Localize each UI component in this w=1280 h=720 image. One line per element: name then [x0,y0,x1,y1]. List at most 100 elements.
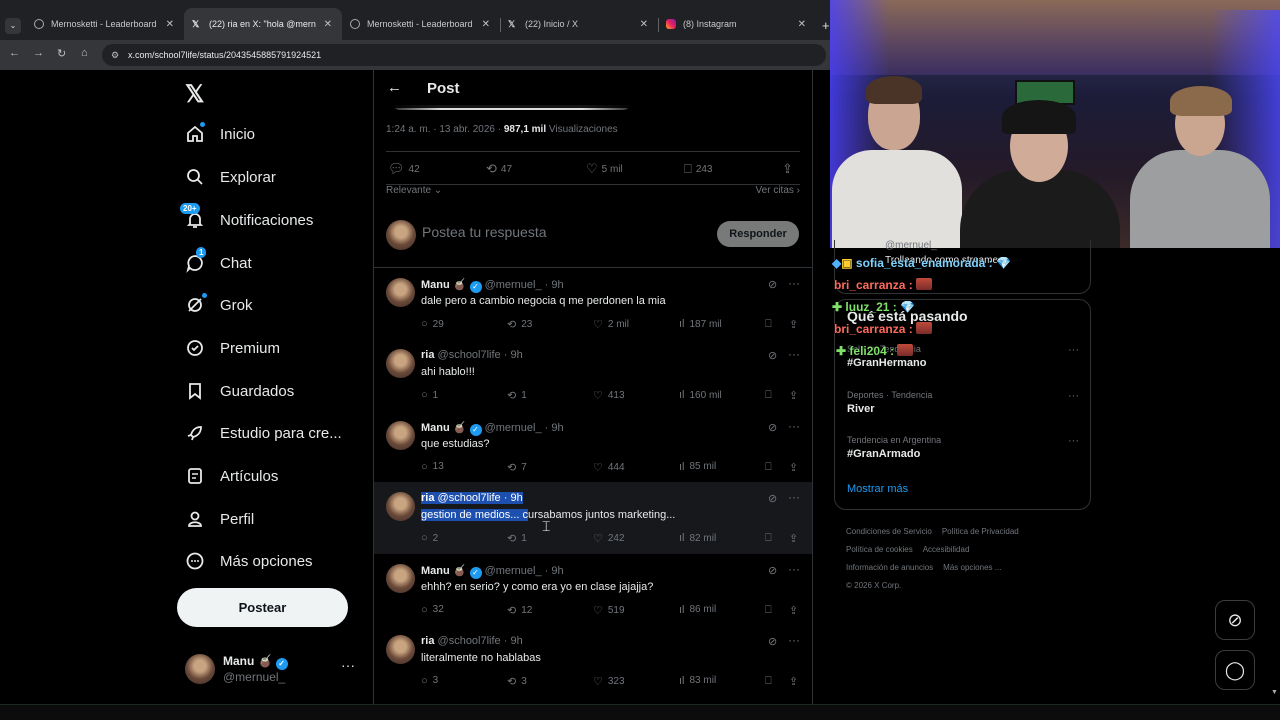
sidebar-item-estudio[interactable]: Estudio para cre... [184,414,342,452]
bookmark-action[interactable]: ⎕ [765,604,777,617]
account-switcher[interactable]: Manu 🧉 ✓ @mernuel_ ··· [185,650,365,690]
browser-tab[interactable]: (8) Instagram ✕ [658,8,816,40]
author-name[interactable]: ria [421,492,434,504]
tab-search-button[interactable]: ⌄ [5,18,21,34]
footer-link[interactable]: Política de Privacidad [942,527,1019,536]
like-action[interactable]: ♡ 242 [593,532,625,545]
footer-link[interactable]: Política de cookies [846,545,913,554]
reply-button[interactable]: Responder [717,221,799,247]
reply-input[interactable] [422,224,702,240]
avatar[interactable] [386,349,415,379]
list-item[interactable]: Manu 🧉 ✓ @mernuel_ · 9h dale pero a cambi… [374,268,812,339]
repost-action[interactable]: ⟲ 7 [507,461,527,474]
back-arrow-icon[interactable]: ← [387,79,402,96]
back-icon[interactable]: ← [9,47,20,59]
like-action[interactable]: ♡ 323 [593,675,625,688]
close-tab-icon[interactable]: ✕ [166,19,174,30]
list-item[interactable]: Manu 🧉 ✓ @mernuel_ · 9h ehhh? en serio? y… [374,554,812,625]
views-action[interactable]: ıl 82 mil [679,532,716,544]
more-icon[interactable]: ··· [1068,390,1079,402]
sidebar-item-mas-opciones[interactable]: Más opciones [184,542,313,580]
site-info-icon[interactable]: ⚙ [111,50,119,61]
grok-floating-button[interactable]: ⊘ [1215,600,1255,640]
new-tab-icon[interactable]: + [822,18,830,33]
share-action[interactable]: ⇪ [789,604,803,617]
avatar[interactable] [386,492,415,522]
more-icon[interactable]: ··· [788,633,800,647]
browser-tab[interactable]: Mernosketti - Leaderboard ✕ [26,8,184,40]
trend-item[interactable]: Deportes · Tendencia River ··· [847,390,1079,415]
bookmark-action[interactable]: ⎕ [765,389,777,402]
messages-floating-button[interactable]: ◯ [1215,650,1255,690]
views-action[interactable]: ıl 83 mil [679,675,716,687]
home-browser-icon[interactable]: ⌂ [81,47,88,59]
reply-action[interactable]: ○ 2 [421,532,438,544]
close-tab-icon[interactable]: ✕ [798,19,806,30]
grok-icon[interactable]: ⊘ [768,635,777,648]
x-logo-icon[interactable]: 𝕏 [185,80,204,109]
share-stat[interactable]: ⇪ [782,161,797,177]
more-icon[interactable]: ··· [788,490,800,504]
repost-action[interactable]: ⟲ 1 [507,389,527,402]
share-action[interactable]: ⇪ [789,318,803,331]
sidebar-item-guardados[interactable]: Guardados [184,372,294,410]
views-action[interactable]: ıl 187 mil [679,318,722,330]
close-tab-icon[interactable]: ✕ [640,19,648,30]
repost-action[interactable]: ⟲ 12 [507,604,532,617]
like-action[interactable]: ♡ 2 mil [593,318,629,331]
sidebar-item-chat[interactable]: 1 Chat [184,244,252,282]
list-item[interactable]: ria @school7life · 9h literalmente no ha… [374,625,812,696]
like-stat[interactable]: ♡ 5 mil [586,161,623,177]
repost-action[interactable]: ⟲ 1 [507,532,527,545]
bookmark-stat[interactable]: ⎕ 243 [684,161,713,177]
share-action[interactable]: ⇪ [789,461,803,474]
share-action[interactable]: ⇪ [789,675,803,688]
reply-action[interactable]: ○ 32 [421,604,444,616]
sidebar-item-premium[interactable]: Premium [184,329,280,367]
reply-action[interactable]: ○ 13 [421,461,444,473]
quotes-link[interactable]: Ver citas › [756,185,800,196]
browser-tab-active[interactable]: 𝕏 (22) ria en X: "hola @mernuel_ ✕ [184,8,342,40]
bookmark-action[interactable]: ⎕ [765,461,777,474]
repost-action[interactable]: ⟲ 23 [507,318,532,331]
list-item[interactable]: ria @school7life · 9h gestion de medios.… [374,482,812,554]
footer-link[interactable]: Más opciones ... [943,563,1001,572]
author-name[interactable]: ria [421,349,434,361]
grok-icon[interactable]: ⊘ [768,421,777,434]
views-action[interactable]: ıl 160 mil [679,389,722,401]
browser-tab[interactable]: 𝕏 (22) Inicio / X ✕ [500,8,658,40]
sidebar-item-inicio[interactable]: Inicio [184,115,255,153]
avatar[interactable] [386,563,415,593]
more-icon[interactable]: ··· [788,562,800,576]
footer-link[interactable]: Información de anuncios [846,563,933,572]
scrollbar[interactable] [1270,248,1280,704]
list-item[interactable]: ria @school7life · 9h ahi hablo!!! ⊘ ···… [374,339,812,410]
share-action[interactable]: ⇪ [789,532,803,545]
bookmark-action[interactable]: ⎕ [765,532,777,545]
author-name[interactable]: Manu [421,279,450,291]
grok-icon[interactable]: ⊘ [768,349,777,362]
sort-dropdown[interactable]: Relevante ⌄ [386,185,442,196]
reply-action[interactable]: ○ 3 [421,675,438,687]
repost-action[interactable]: ⟲ 3 [507,675,527,688]
avatar[interactable] [386,420,415,450]
views-action[interactable]: ıl 85 mil [679,461,716,473]
footer-link[interactable]: Accesibilidad [923,545,970,554]
bookmark-action[interactable]: ⎕ [765,675,777,688]
grok-icon[interactable]: ⊘ [768,278,777,291]
sidebar-item-articulos[interactable]: Artículos [184,457,278,495]
author-name[interactable]: Manu [421,565,450,577]
more-icon[interactable]: ··· [341,657,355,673]
more-icon[interactable]: ··· [788,419,800,433]
views-action[interactable]: ıl 86 mil [679,604,716,616]
scroll-down-icon[interactable]: ▼ [1271,689,1278,696]
more-icon[interactable]: ··· [1068,344,1079,356]
bookmark-action[interactable]: ⎕ [765,318,777,331]
browser-tab[interactable]: Mernosketti - Leaderboard ✕ [342,8,500,40]
avatar[interactable] [386,278,415,307]
avatar[interactable] [386,634,415,664]
more-icon[interactable]: ··· [788,347,800,361]
reply-action[interactable]: ○ 29 [421,318,444,330]
like-action[interactable]: ♡ 519 [593,604,625,617]
repost-stat[interactable]: ⟲ 47 [486,161,512,177]
